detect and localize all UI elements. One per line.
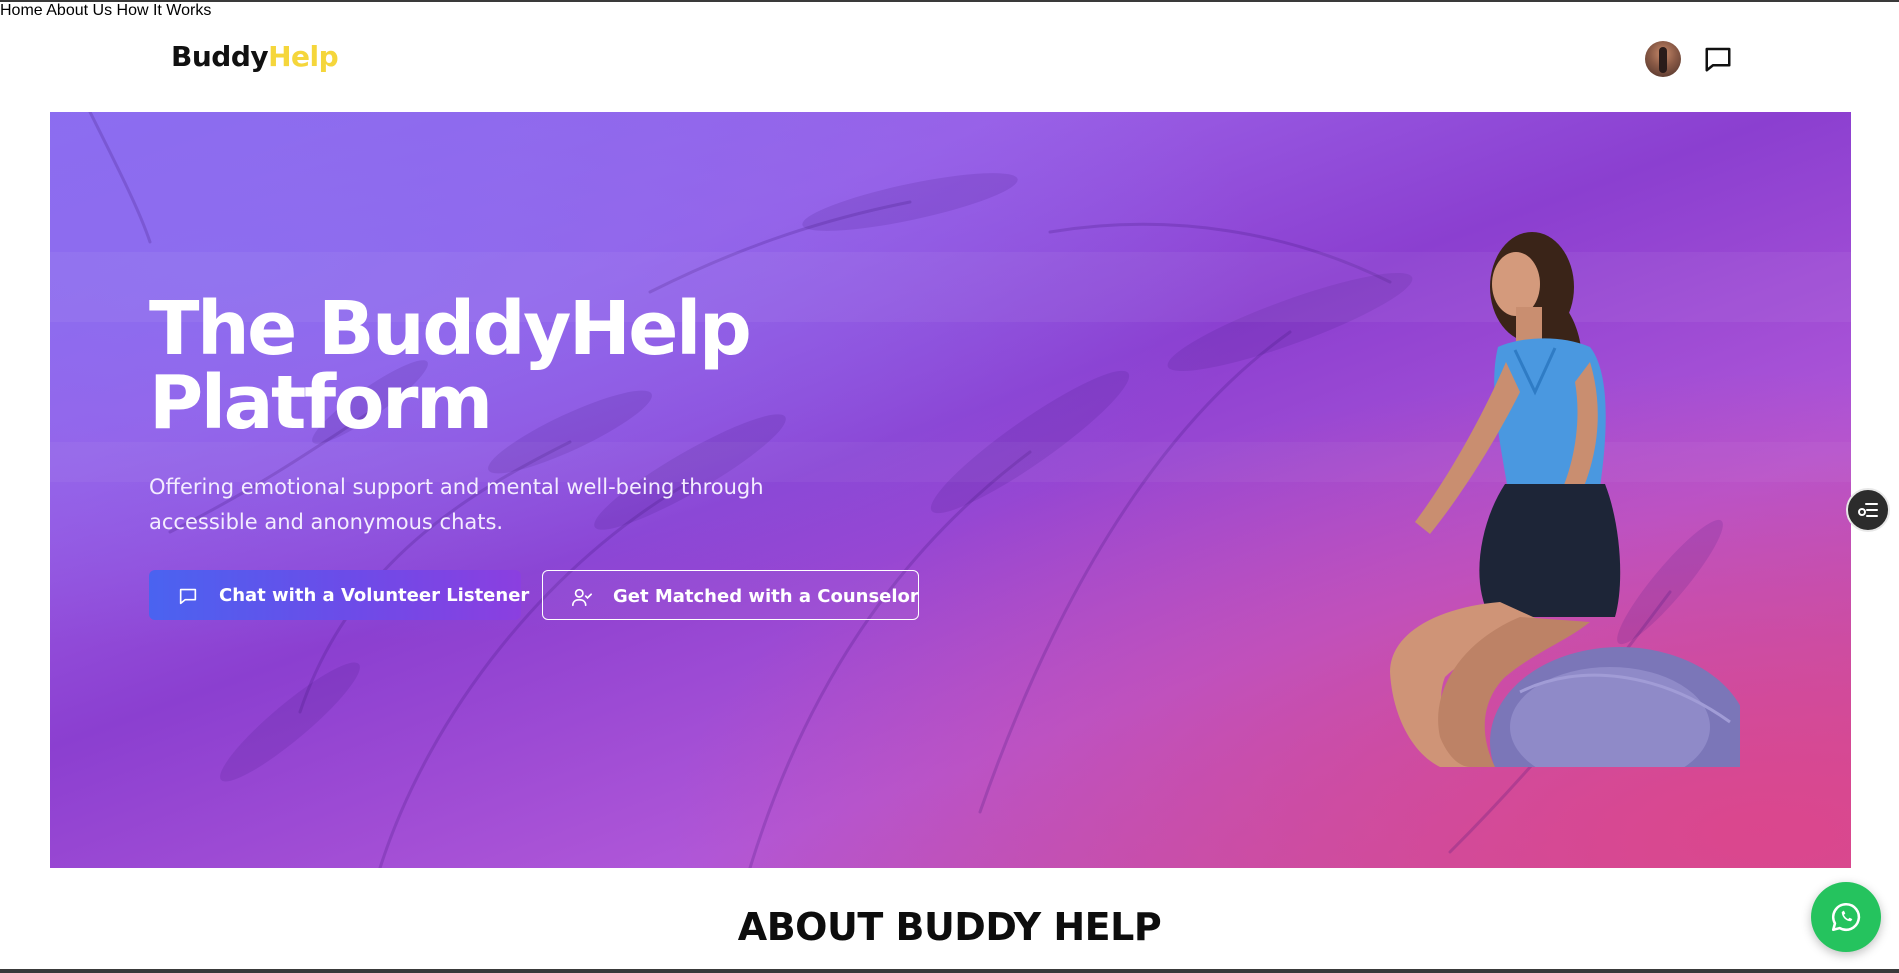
hero-title-line2: Platform (149, 360, 493, 446)
whatsapp-icon (1831, 902, 1861, 932)
logo-text-help: Help (268, 40, 339, 73)
message-square-icon (179, 588, 197, 605)
chat-volunteer-label: Chat with a Volunteer Listener (219, 585, 530, 606)
nav-how-it-works[interactable]: How It Works (117, 2, 212, 19)
get-matched-label: Get Matched with a Counselor (613, 586, 919, 607)
logo-text-buddy: Buddy (171, 40, 269, 73)
whatsapp-button[interactable] (1811, 882, 1881, 952)
site-header: BuddyHelp Home About Us How It Works (0, 2, 1899, 112)
hero-section: The BuddyHelp Platform Offering emotiona… (50, 112, 1851, 868)
meditating-woman-image (1390, 232, 1740, 767)
user-check-icon (572, 588, 592, 607)
site-logo[interactable]: BuddyHelp (171, 40, 339, 73)
nav-about-us[interactable]: About Us (46, 2, 112, 19)
get-matched-counselor-button[interactable]: Get Matched with a Counselor (542, 570, 919, 620)
main-nav: Home About Us How It Works (0, 2, 1899, 20)
message-square-icon[interactable] (1703, 44, 1733, 74)
list-settings-icon (1858, 503, 1878, 517)
side-menu-widget[interactable] (1846, 488, 1890, 532)
hero-subtitle-line1: Offering emotional support and mental we… (149, 475, 764, 499)
hero-subtitle-line2: accessible and anonymous chats. (149, 510, 504, 534)
hero-title: The BuddyHelp Platform (149, 292, 849, 440)
user-avatar[interactable] (1645, 41, 1681, 77)
hero-subtitle: Offering emotional support and mental we… (149, 470, 799, 540)
nav-home[interactable]: Home (0, 2, 43, 19)
window-bottom-border (0, 969, 1899, 973)
chat-volunteer-button[interactable]: Chat with a Volunteer Listener (149, 570, 529, 620)
about-heading: ABOUT BUDDY HELP (737, 905, 1162, 949)
